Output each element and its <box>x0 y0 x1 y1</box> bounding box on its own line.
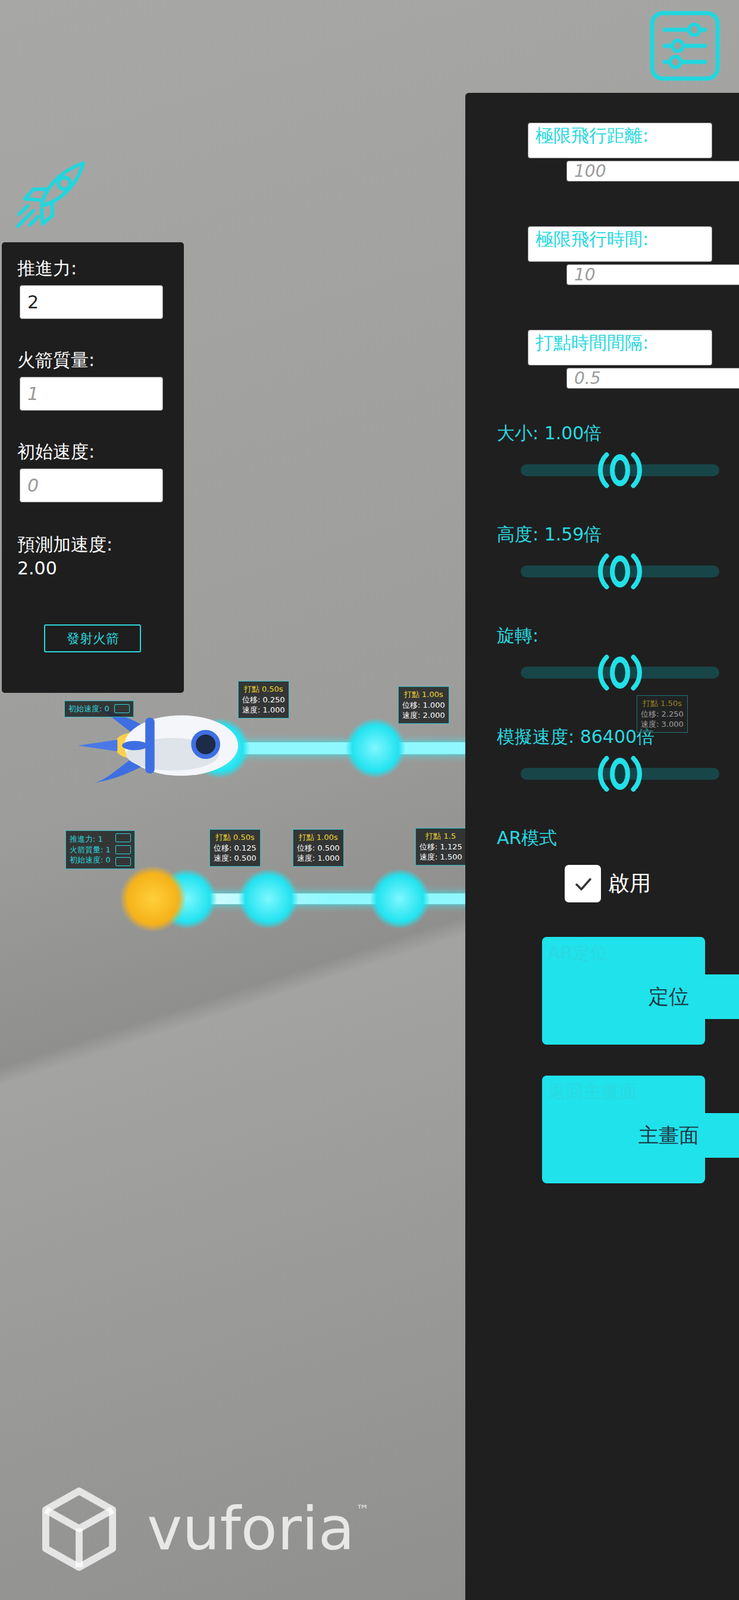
info-line: 推進力: 1 <box>69 833 111 845</box>
settings-label: 打點時間間隔: <box>535 330 705 356</box>
settings-item: AR定位定位 <box>542 936 706 1045</box>
tick-point <box>345 718 406 778</box>
tick-line: 速度: 3.000 <box>640 718 684 730</box>
tick-point <box>370 868 430 929</box>
watermark-trademark: ™ <box>355 1501 369 1517</box>
tick-line: 位移: 1.125 <box>419 841 463 853</box>
settings-label: 極限飛行距離: <box>535 123 705 149</box>
settings-input[interactable] <box>566 367 739 389</box>
launch-panel: 推進力: 火箭質量: 初始速度: 預測加速度:2.00 發射火箭 <box>1 242 184 693</box>
settings-button[interactable]: 主畫面 <box>593 1112 739 1158</box>
slider[interactable] <box>520 753 720 794</box>
prediction-value: 2.00 <box>17 556 167 581</box>
tick-title: 打點 0.50s <box>242 683 286 695</box>
settings-item: 模擬速度: 86400倍 <box>496 724 739 826</box>
slider[interactable] <box>520 449 720 491</box>
settings-label: AR模式 <box>496 825 739 851</box>
ball-object[interactable] <box>120 865 186 932</box>
tick-card: 打點 1.00s位移: 0.500速度: 1.000 <box>292 828 344 867</box>
slider-knob-icon[interactable] <box>595 753 646 794</box>
field-label: 推進力: <box>17 256 167 281</box>
field-input[interactable] <box>19 285 164 319</box>
ar-screen: 初始速度: 0打點 0.50s位移: 0.250速度: 1.000打點 1.00… <box>0 0 739 1600</box>
tick-card: 打點 0.50s位移: 0.125速度: 0.500 <box>209 828 261 867</box>
settings-item: 大小: 1.00倍 <box>496 420 739 522</box>
info-line: 火箭質量: 1 <box>69 844 111 856</box>
rocket-icon[interactable] <box>11 158 90 230</box>
settings-input[interactable] <box>566 264 739 286</box>
tick-title: 打點 1.00s <box>402 689 446 700</box>
launch-field: 推進力: <box>17 256 167 319</box>
tick-line: 位移: 2.250 <box>640 708 684 720</box>
settings-item: 返回主畫面主畫面 <box>542 1075 706 1183</box>
settings-sliders-icon[interactable] <box>649 10 721 82</box>
info-button[interactable] <box>115 856 131 866</box>
tick-line: 速度: 2.000 <box>402 709 446 721</box>
watermark-text: vuforia <box>146 1495 355 1562</box>
settings-label: 旋轉: <box>496 622 739 648</box>
rocket-icon[interactable] <box>76 704 246 787</box>
tick-title: 打點 1.50s <box>640 697 684 709</box>
tick-line: 位移: 0.500 <box>296 842 340 854</box>
tick-line: 速度: 1.000 <box>242 704 286 716</box>
launch-field: 火箭質量: <box>17 348 167 411</box>
tick-line: 位移: 0.250 <box>242 694 286 706</box>
tick-card: 打點 1.5位移: 1.125速度: 1.500 <box>415 827 467 866</box>
settings-label: 返回主畫面 <box>548 1078 700 1104</box>
tick-title: 打點 1.5 <box>419 830 463 842</box>
tick-card: 打點 1.50s位移: 2.250速度: 3.000 <box>636 694 688 733</box>
field-input[interactable] <box>19 468 164 503</box>
slider-knob-icon[interactable] <box>595 652 646 693</box>
info-line: 初始速度: 0 <box>69 854 111 866</box>
track-info-card: 推進力: 1火箭質量: 1初始速度: 0 <box>65 830 136 869</box>
settings-item: 打點時間間隔: <box>527 329 713 366</box>
field-input[interactable] <box>19 376 164 411</box>
launch-field: 初始速度: <box>17 439 167 503</box>
tick-line: 位移: 0.125 <box>213 842 257 854</box>
launch-button[interactable]: 發射火箭 <box>44 624 142 653</box>
info-line: 初始速度: 0 <box>68 703 110 715</box>
tick-line: 速度: 0.500 <box>213 852 257 864</box>
settings-label: 大小: 1.00倍 <box>496 420 739 446</box>
settings-item: 極限飛行距離: <box>527 122 713 159</box>
settings-panel: 極限飛行距離: 極限飛行時間: 打點時間間隔: 大小: 1.00倍高度: 1.59倍旋… <box>465 92 739 1600</box>
tick-title: 打點 1.00s <box>296 831 340 843</box>
slider-knob-icon[interactable] <box>595 550 646 592</box>
settings-label: AR定位 <box>548 940 700 966</box>
settings-label: 模擬速度: 86400倍 <box>496 724 739 750</box>
slider-knob-icon[interactable] <box>595 449 646 491</box>
tick-point <box>238 868 299 929</box>
info-button[interactable] <box>115 833 131 842</box>
checkbox-label: 啟用 <box>608 868 651 898</box>
checkbox-row[interactable]: 啟用 <box>564 864 739 903</box>
slider[interactable] <box>520 550 720 592</box>
tick-line: 速度: 1.000 <box>296 852 340 864</box>
vuforia-logo-icon <box>41 1485 118 1573</box>
tick-line: 速度: 1.500 <box>419 851 463 863</box>
slider[interactable] <box>520 652 720 693</box>
settings-item: AR模式啟用 <box>496 825 739 928</box>
settings-label: 極限飛行時間: <box>535 226 705 252</box>
settings-item: 極限飛行時間: <box>527 226 713 262</box>
settings-label: 高度: 1.59倍 <box>496 521 739 547</box>
track-info-card: 初始速度: 0 <box>64 700 134 717</box>
info-button[interactable] <box>115 844 131 854</box>
settings-button[interactable]: 定位 <box>593 974 739 1019</box>
tick-line: 位移: 1.000 <box>402 699 446 711</box>
checkbox[interactable] <box>564 864 601 903</box>
checkmark-icon <box>571 871 596 896</box>
settings-item: 高度: 1.59倍 <box>496 521 739 623</box>
vuforia-watermark: vuforia™ <box>41 1485 369 1573</box>
field-label: 火箭質量: <box>17 348 167 372</box>
settings-input[interactable] <box>566 160 739 182</box>
settings-item: 旋轉: <box>496 622 739 725</box>
tick-card: 打點 0.50s位移: 0.250速度: 1.000 <box>238 680 290 719</box>
tick-card: 打點 1.00s位移: 1.000速度: 2.000 <box>398 686 450 724</box>
field-label: 初始速度: <box>17 439 167 464</box>
prediction-label: 預測加速度: <box>17 532 167 557</box>
tick-title: 打點 0.50s <box>213 831 257 843</box>
info-button[interactable] <box>114 703 130 713</box>
